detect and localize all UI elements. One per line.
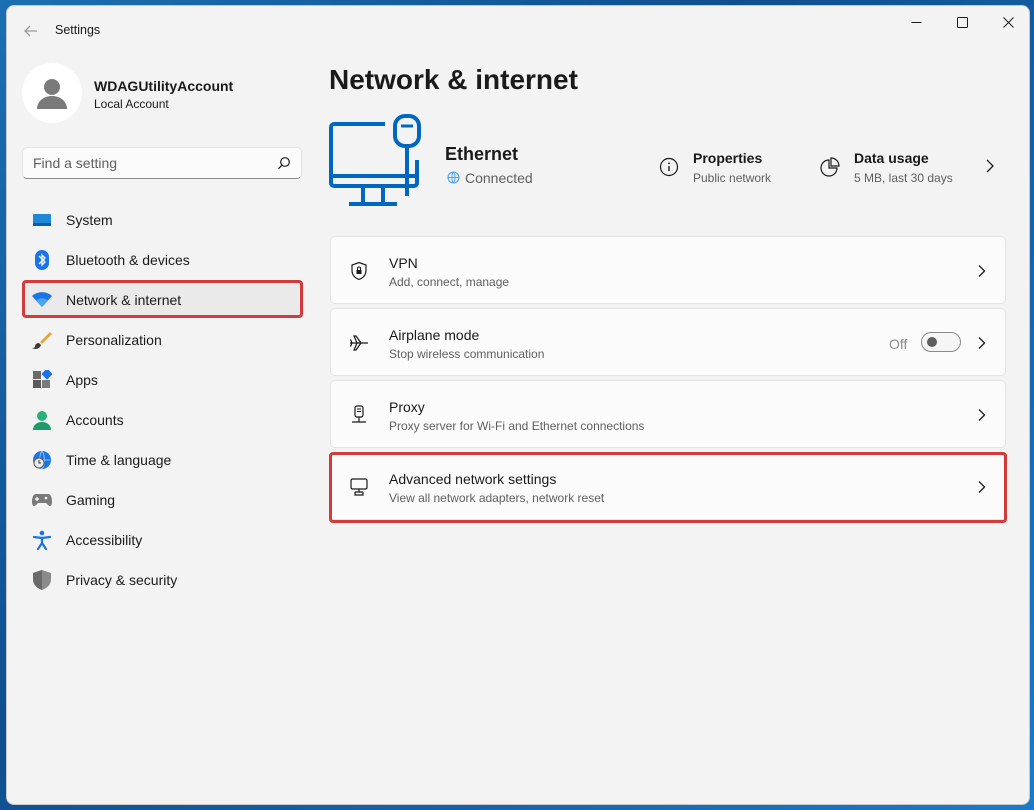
globe-clock-icon — [32, 450, 52, 470]
toggle-knob — [927, 337, 937, 347]
card-subtitle: Add, connect, manage — [389, 275, 510, 289]
close-button[interactable] — [985, 6, 1029, 38]
user-name: WDAGUtilityAccount — [94, 78, 234, 94]
user-avatar-icon — [37, 79, 67, 109]
title-bar: Settings — [7, 6, 1029, 54]
maximize-icon — [956, 16, 968, 28]
search-icon[interactable] — [277, 156, 291, 170]
card-title: VPN — [389, 255, 418, 271]
accessibility-icon — [32, 530, 52, 550]
back-button[interactable] — [19, 20, 43, 42]
sidebar-item-time-language[interactable]: Time & language — [22, 442, 304, 478]
airplane-mode-card[interactable]: Airplane mode Stop wireless communicatio… — [330, 308, 1006, 376]
sidebar-item-personalization[interactable]: Personalization — [22, 322, 304, 358]
accounts-icon — [32, 410, 52, 430]
pie-chart-icon[interactable] — [820, 157, 840, 177]
globe-icon — [447, 171, 460, 184]
sidebar-item-label: Gaming — [66, 492, 116, 508]
bluetooth-icon — [32, 250, 52, 270]
data-usage-link[interactable]: Data usage — [854, 150, 929, 166]
sidebar-item-accessibility[interactable]: Accessibility — [22, 522, 304, 558]
sidebar-item-privacy-security[interactable]: Privacy & security — [22, 562, 304, 598]
minimize-button[interactable] — [893, 6, 939, 38]
data-usage-summary: 5 MB, last 30 days — [854, 171, 953, 185]
ethernet-monitor-icon — [329, 114, 421, 206]
sidebar-item-label: Accounts — [66, 412, 124, 428]
sidebar-item-label: Accessibility — [66, 532, 143, 548]
airplane-mode-toggle[interactable] — [921, 332, 961, 352]
chevron-right-icon[interactable] — [983, 158, 997, 174]
sidebar-nav: System Bluetooth & devices Network & int… — [22, 202, 304, 602]
sidebar-item-apps[interactable]: Apps — [22, 362, 304, 398]
ethernet-name: Ethernet — [445, 144, 519, 164]
connection-status: Connected — [465, 170, 533, 186]
network-adapter-icon — [350, 478, 368, 496]
search-input[interactable] — [33, 155, 263, 171]
search-box[interactable] — [22, 147, 302, 179]
chevron-right-icon — [978, 409, 986, 421]
sidebar-item-network[interactable]: Network & internet — [22, 282, 304, 318]
apps-icon — [32, 370, 52, 390]
brush-icon — [32, 330, 52, 350]
system-icon — [32, 210, 52, 230]
chevron-right-icon — [978, 265, 986, 277]
sidebar-item-label: Privacy & security — [66, 572, 178, 588]
info-icon[interactable] — [659, 157, 679, 177]
sidebar-item-accounts[interactable]: Accounts — [22, 402, 304, 438]
avatar[interactable] — [22, 63, 82, 123]
gamepad-icon — [32, 490, 52, 510]
page-title: Network & internet — [329, 64, 578, 95]
sidebar-item-system[interactable]: System — [22, 202, 304, 238]
sidebar-item-bluetooth[interactable]: Bluetooth & devices — [22, 242, 304, 278]
card-subtitle: View all network adapters, network reset — [389, 491, 605, 505]
proxy-icon — [352, 405, 366, 423]
advanced-network-settings-card[interactable]: Advanced network settings View all netwo… — [330, 452, 1006, 520]
properties-link[interactable]: Properties — [693, 150, 762, 166]
account-type: Local Account — [94, 97, 169, 111]
close-icon — [1002, 16, 1014, 28]
sidebar-item-label: Apps — [66, 372, 98, 388]
sidebar-item-label: Bluetooth & devices — [66, 252, 190, 268]
chevron-right-icon — [978, 337, 986, 349]
back-arrow-icon — [24, 25, 37, 37]
maximize-button[interactable] — [939, 6, 985, 38]
vpn-card[interactable]: VPN Add, connect, manage — [330, 236, 1006, 304]
sidebar-item-gaming[interactable]: Gaming — [22, 482, 304, 518]
vpn-shield-icon — [351, 261, 367, 281]
proxy-card[interactable]: Proxy Proxy server for Wi-Fi and Etherne… — [330, 380, 1006, 448]
sidebar-item-label: System — [66, 212, 113, 228]
sidebar-item-label: Time & language — [66, 452, 172, 468]
shield-icon — [32, 570, 52, 590]
app-title: Settings — [55, 23, 101, 37]
minimize-icon — [911, 21, 921, 23]
card-title: Proxy — [389, 399, 425, 415]
wifi-icon — [32, 290, 52, 310]
card-subtitle: Stop wireless communication — [389, 347, 545, 361]
card-title: Airplane mode — [389, 327, 480, 343]
airplane-icon — [349, 335, 368, 351]
toggle-state-label: Off — [889, 336, 908, 352]
sidebar-item-label: Personalization — [66, 332, 162, 348]
settings-window: Settings WDAGUtilityAccount Local Accoun… — [6, 5, 1030, 805]
card-title: Advanced network settings — [389, 471, 557, 487]
network-profile: Public network — [693, 171, 772, 185]
sidebar-item-label: Network & internet — [66, 292, 182, 308]
chevron-right-icon — [978, 481, 986, 493]
card-subtitle: Proxy server for Wi-Fi and Ethernet conn… — [389, 419, 645, 433]
